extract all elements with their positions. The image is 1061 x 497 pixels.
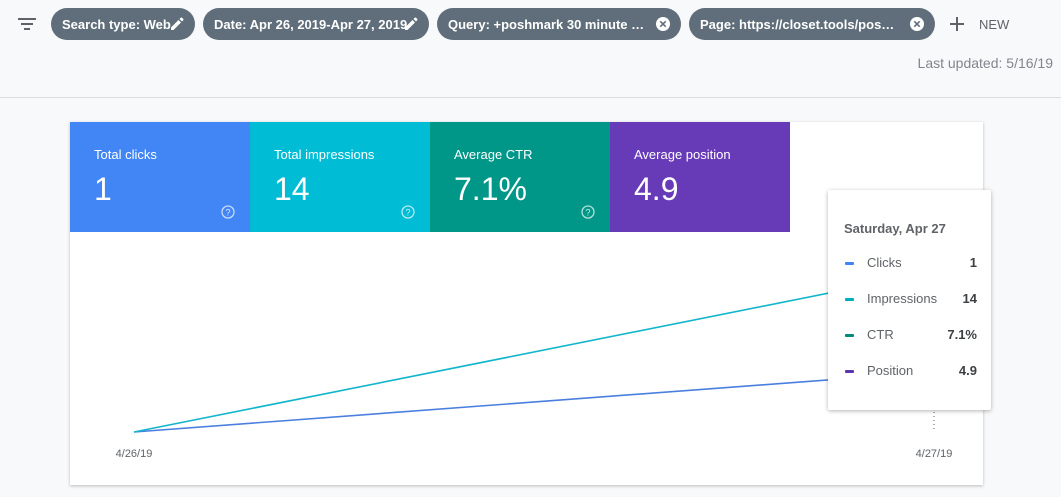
legend-swatch [845,370,854,373]
legend-swatch [845,334,854,337]
tooltip-row-name: CTR [867,327,894,342]
tooltip-row-name: Impressions [867,291,938,306]
pencil-icon[interactable] [169,16,185,32]
legend-swatch [845,298,854,301]
filter-chip-date[interactable]: Date: Apr 26, 2019-Apr 27, 2019 [203,8,429,40]
x-tick-label: 4/27/19 [916,448,953,460]
filter-icon[interactable] [17,14,37,34]
tooltip-title: Saturday, Apr 27 [844,221,946,236]
pencil-icon[interactable] [403,16,419,32]
tooltip-row-value: 4.9 [958,363,977,378]
tooltip-row-name: Position [867,363,914,378]
new-filter-label: NEW [979,16,1010,32]
tooltip-row-impressions: Impressions 14 [844,291,977,307]
filter-chip-page[interactable]: Page: https://closet.tools/poshm... [689,8,935,40]
tooltip-row-value: 7.1% [947,327,977,342]
chip-label: Search type: Web [62,16,171,32]
remove-icon[interactable] [909,16,925,32]
chip-label: Date: Apr 26, 2019-Apr 27, 2019 [214,16,408,32]
x-tick-label: 4/26/19 [116,448,153,460]
new-filter-button[interactable]: NEW [949,12,1009,36]
performance-card: Total clicks 1 ? Total impressions 14 ? … [70,122,991,485]
series-line-clicks [133,371,935,433]
tooltip-row-value: 1 [969,255,977,270]
tooltip-row-value: 14 [962,291,977,306]
filter-toolbar: Search type: Web Date: Apr 26, 2019-Apr … [0,0,1061,98]
series-line-impressions [133,271,935,433]
tooltip-row-position: Position 4.9 [844,363,977,379]
tooltip-row-clicks: Clicks 1 [844,255,977,271]
tooltip-row-name: Clicks [867,255,902,270]
legend-swatch [845,262,854,265]
tooltip-row-ctr: CTR 7.1% [844,327,977,343]
filter-chip-query[interactable]: Query: +poshmark 30 minute me... [437,8,681,40]
chart-tooltip: Saturday, Apr 27 Clicks 1 Impressions 14… [828,190,991,410]
filter-chip-search-type[interactable]: Search type: Web [51,8,195,40]
chip-label: Page: https://closet.tools/poshm... [700,16,902,32]
last-updated: Last updated: 5/16/19 [917,55,1053,71]
remove-icon[interactable] [655,16,671,32]
chip-label: Query: +poshmark 30 minute me... [448,16,648,32]
plus-icon [950,17,964,31]
